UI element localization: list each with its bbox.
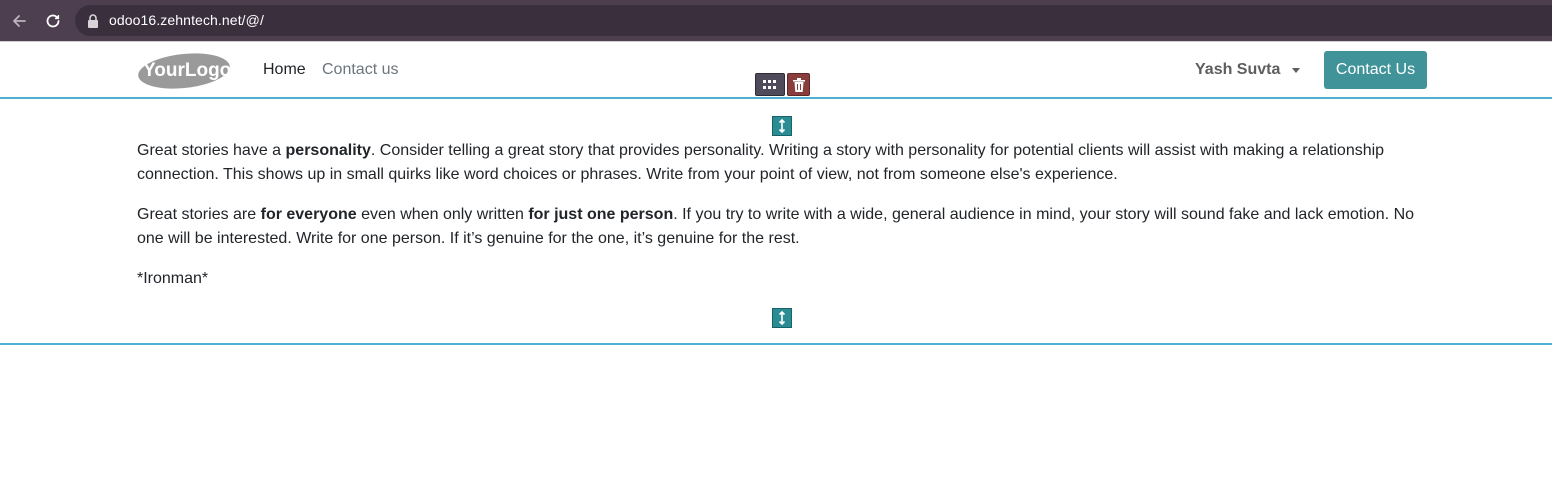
trash-icon[interactable]	[787, 73, 810, 96]
paragraph-personality: Great stories have a personality. Consid…	[137, 142, 1385, 183]
back-arrow-icon[interactable]	[4, 6, 34, 36]
user-menu[interactable]: Yash Suvta	[1195, 61, 1301, 79]
text-block[interactable]: Great stories have a personality. Consid…	[137, 139, 1427, 307]
logo-text: YourLogo	[143, 60, 231, 81]
reload-icon[interactable]	[38, 6, 68, 36]
vertical-resize-icon[interactable]	[772, 308, 792, 328]
browser-toolbar: odoo16.zehntech.net/@/	[0, 0, 1552, 41]
selection-top-border	[0, 97, 1552, 99]
nav-contact-us[interactable]: Contact us	[322, 61, 398, 79]
url-text[interactable]: odoo16.zehntech.net/@/	[109, 12, 264, 28]
vertical-resize-icon[interactable]	[772, 116, 792, 136]
logo[interactable]: YourLogo	[137, 50, 232, 90]
paragraph-everyone: Great stories are for everyone even when…	[137, 206, 1415, 247]
address-bar[interactable]: odoo16.zehntech.net/@/	[75, 5, 1552, 36]
site-header: YourLogo Home Contact us Yash Suvta Cont…	[0, 42, 1552, 98]
contact-us-button[interactable]: Contact Us	[1324, 51, 1427, 89]
nav-home[interactable]: Home	[263, 61, 306, 79]
lock-icon	[87, 14, 99, 28]
selection-bottom-border	[0, 343, 1552, 345]
snippet-toolbar	[755, 73, 810, 96]
user-name: Yash Suvta	[1195, 61, 1281, 78]
grid-icon[interactable]	[755, 73, 785, 96]
caret-down-icon	[1292, 67, 1301, 73]
paragraph-signature: *Ironman*	[137, 270, 209, 287]
